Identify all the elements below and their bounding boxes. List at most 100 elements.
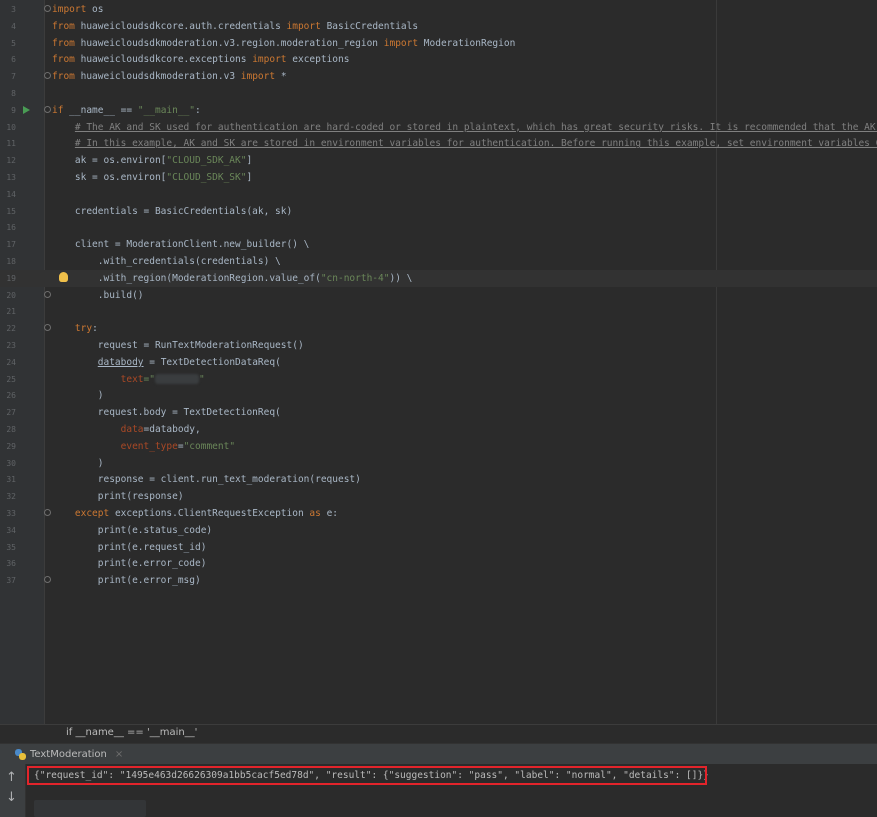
line-number: 20 bbox=[6, 290, 16, 300]
code-text: except exceptions.ClientRequestException… bbox=[74, 508, 339, 519]
code-line[interactable]: 33 except exceptions.ClientRequestExcept… bbox=[0, 505, 877, 522]
code-line[interactable]: 30 ) bbox=[0, 455, 877, 472]
code-line[interactable]: 26 ) bbox=[0, 387, 877, 404]
line-number: 15 bbox=[6, 206, 16, 216]
code-editor[interactable]: 3 import os 4 from huaweicloudsdkcore.auth.… bbox=[0, 0, 877, 724]
code-line[interactable]: 8 bbox=[0, 85, 877, 102]
code-text: import os bbox=[52, 4, 104, 15]
code-text: databody = TextDetectionDataReq( bbox=[97, 356, 281, 368]
line-number: 29 bbox=[6, 441, 16, 451]
code-text: client = ModerationClient.new_builder() … bbox=[52, 239, 310, 251]
line-number: 12 bbox=[6, 156, 16, 166]
code-line[interactable]: 35 print(e.request_id) bbox=[0, 539, 877, 556]
code-text: print(e.status_code) bbox=[52, 524, 213, 536]
arrow-down-icon[interactable]: ↓ bbox=[6, 790, 17, 805]
code-line[interactable]: 3 import os bbox=[0, 1, 877, 18]
code-text: if __name__ == "__main__": bbox=[52, 104, 201, 116]
code-line[interactable]: 22 try: bbox=[0, 320, 877, 337]
code-line[interactable]: 20 .build() bbox=[0, 287, 877, 304]
code-line[interactable]: 32 print(response) bbox=[0, 488, 877, 505]
code-text: print(e.request_id) bbox=[52, 541, 207, 553]
code-line[interactable]: 10 # The AK and SK used for authenticati… bbox=[0, 119, 877, 136]
line-number: 3 bbox=[11, 5, 16, 14]
code-line[interactable]: 4 from huaweicloudsdkcore.auth.credential… bbox=[0, 18, 877, 35]
line-number: 8 bbox=[11, 89, 16, 98]
code-line[interactable]: 31 response = client.run_text_moderation… bbox=[0, 471, 877, 488]
line-number: 17 bbox=[6, 240, 16, 250]
code-line[interactable]: 36 print(e.error_code) bbox=[0, 555, 877, 572]
line-number: 30 bbox=[6, 458, 16, 468]
code-line[interactable]: 17 client = ModerationClient.new_builder… bbox=[0, 236, 877, 253]
line-number: 9 bbox=[11, 105, 16, 115]
line-number: 25 bbox=[6, 374, 16, 384]
code-text: print(e.error_msg) bbox=[52, 575, 201, 587]
code-text: from huaweicloudsdkcore.auth.credentials… bbox=[52, 20, 419, 32]
fold-marker-icon[interactable] bbox=[44, 576, 51, 584]
code-text: try: bbox=[74, 323, 98, 335]
code-text: request = RunTextModerationRequest() bbox=[52, 340, 304, 351]
breadcrumb-item[interactable]: if __name__ == '__main__' bbox=[66, 727, 197, 738]
code-line[interactable]: 21 bbox=[0, 303, 877, 320]
line-number: 18 bbox=[6, 257, 16, 266]
code-text: credentials = BasicCredentials(ak, sk) bbox=[52, 205, 293, 217]
console-input-redacted bbox=[34, 800, 146, 817]
code-line[interactable]: 23 request = RunTextModerationRequest() bbox=[0, 337, 877, 354]
code-line[interactable]: 37 print(e.error_msg) bbox=[0, 572, 877, 589]
line-number: 37 bbox=[6, 576, 16, 586]
run-play-icon[interactable] bbox=[23, 105, 30, 114]
code-line[interactable]: 11 # In this example, AK and SK are stor… bbox=[0, 135, 877, 152]
code-line[interactable]: 15 credentials = BasicCredentials(ak, sk… bbox=[0, 203, 877, 220]
line-number: 33 bbox=[6, 509, 16, 518]
code-text: .build() bbox=[52, 289, 144, 301]
line-number: 6 bbox=[11, 55, 16, 65]
code-text: ) bbox=[52, 390, 104, 402]
code-line[interactable]: 25 text=" " bbox=[0, 371, 877, 388]
fold-marker-icon[interactable] bbox=[44, 72, 51, 80]
code-text: response = client.run_text_moderation(re… bbox=[52, 474, 361, 486]
code-line[interactable]: 19 .with_region(ModerationRegion.value_o… bbox=[0, 269, 877, 287]
line-number: 14 bbox=[6, 189, 16, 199]
code-line[interactable]: 27 request.body = TextDetectionReq( bbox=[0, 404, 877, 421]
code-line[interactable]: 24 databody = TextDetectionDataReq( bbox=[0, 354, 877, 371]
code-line[interactable]: 12 ak = os.environ["CLOUD_SDK_AK"] bbox=[0, 152, 877, 169]
fold-marker-icon[interactable] bbox=[44, 5, 51, 12]
output-highlight-box bbox=[27, 766, 707, 785]
close-icon[interactable]: × bbox=[115, 749, 123, 760]
code-line[interactable]: 9 if __name__ == "__main__": bbox=[0, 102, 877, 119]
code-line[interactable]: 29 event_type="comment" bbox=[0, 438, 877, 455]
code-line[interactable]: 6 from huaweicloudsdkcore.exceptions impo… bbox=[0, 51, 877, 68]
fold-marker-icon[interactable] bbox=[44, 105, 51, 113]
code-line[interactable]: 34 print(e.status_code) bbox=[0, 522, 877, 539]
tab-label: TextModeration bbox=[30, 748, 107, 760]
code-line[interactable]: 13 sk = os.environ["CLOUD_SDK_SK"] bbox=[0, 169, 877, 186]
line-number: 10 bbox=[6, 122, 16, 132]
tab-textmoderation[interactable]: TextModeration × bbox=[15, 744, 123, 764]
code-text: event_type="comment" bbox=[120, 440, 236, 452]
line-number: 28 bbox=[6, 425, 16, 434]
redacted-text bbox=[154, 374, 199, 385]
code-line[interactable]: 14 bbox=[0, 186, 877, 203]
code-text: from huaweicloudsdkcore.exceptions impor… bbox=[52, 54, 350, 66]
code-line[interactable]: 5 from huaweicloudsdkmoderation.v3.region… bbox=[0, 35, 877, 52]
line-number: 36 bbox=[6, 559, 16, 569]
code-text: text=" " bbox=[120, 373, 205, 385]
code-text: # In this example, AK and SK are stored … bbox=[74, 138, 877, 150]
line-number: 4 bbox=[11, 21, 16, 31]
fold-marker-icon[interactable] bbox=[44, 324, 51, 332]
code-text: ak = os.environ["CLOUD_SDK_AK"] bbox=[52, 155, 253, 167]
code-line[interactable]: 7 from huaweicloudsdkmoderation.v3 import… bbox=[0, 68, 877, 85]
code-text: # The AK and SK used for authentication … bbox=[74, 121, 877, 133]
line-number: 26 bbox=[6, 391, 16, 401]
code-line[interactable]: 28 data=databody, bbox=[0, 421, 877, 438]
line-number: 19 bbox=[6, 273, 16, 283]
breadcrumb[interactable]: if __name__ == '__main__' bbox=[0, 724, 877, 744]
code-line[interactable]: 18 .with_credentials(credentials) \ bbox=[0, 253, 877, 270]
arrow-up-icon[interactable]: ↑ bbox=[6, 770, 17, 785]
code-text: print(response) bbox=[52, 491, 184, 503]
code-line[interactable]: 16 bbox=[0, 219, 877, 236]
run-console[interactable]: ↑ ↓ {"request_id": "1495e463d26626309a1b… bbox=[0, 764, 877, 817]
fold-marker-icon[interactable] bbox=[44, 290, 51, 298]
fold-marker-icon[interactable] bbox=[44, 509, 51, 516]
line-number: 24 bbox=[6, 357, 16, 367]
code-text: request.body = TextDetectionReq( bbox=[52, 407, 281, 419]
